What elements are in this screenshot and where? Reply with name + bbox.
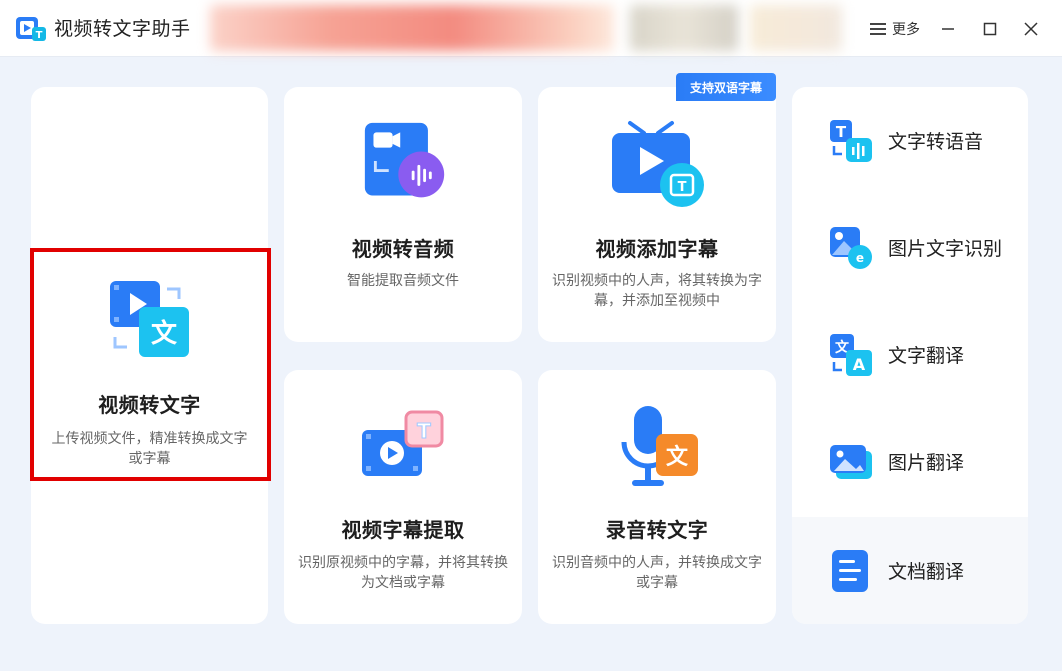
video-to-text-icon: 文 [110,281,189,357]
svg-text:A: A [853,355,866,374]
card-recording-to-text[interactable]: 文 录音转文字 识别音频中的人声，并转换成文字或字幕 [538,370,776,624]
svg-text:e: e [856,251,864,265]
card-description: 识别音频中的人声，并转换成文字或字幕 [552,555,762,591]
card-video-to-audio[interactable]: 视频转音频 智能提取音频文件 [284,87,522,342]
bilingual-subtitle-badge: 支持双语字幕 [676,73,776,101]
app-logo-icon: T [16,17,46,41]
card-title: 视频转文字 [98,393,201,417]
image-translate-icon [830,444,872,479]
card-title: 视频字幕提取 [341,518,465,542]
microphone-text-icon: 文 [621,406,698,486]
card-video-add-subtitles[interactable]: T 视频添加字幕 识别视频中的人声，将其转换为字幕，并添加至视频中 [538,87,776,342]
text-to-speech-icon: T [830,119,872,162]
svg-text:T: T [417,419,431,443]
side-item-image-translate[interactable]: 图片翻译 [792,408,1028,515]
card-title: 视频转音频 [351,237,455,261]
side-item-label: 文字翻译 [888,345,965,367]
card-video-to-text[interactable]: 文 视频转文字 上传视频文件，精准转换成文字或字幕 [31,87,268,624]
card-description: 识别视频中的人声，将其转换为字幕，并添加至视频中 [552,273,762,309]
subtitle-extract-icon: T [362,410,444,476]
minimize-icon [942,28,954,30]
video-to-audio-icon [364,122,445,198]
menu-icon [870,22,886,36]
svg-text:T: T [36,30,43,41]
maximize-icon [983,22,997,36]
ad-banner-secondary[interactable] [630,5,738,51]
app-title: 视频转文字助手 [54,18,191,40]
close-icon [1024,22,1038,36]
svg-text:文: 文 [666,444,689,470]
card-description: 智能提取音频文件 [347,273,459,289]
svg-text:文: 文 [151,318,178,349]
card-title: 录音转文字 [605,518,709,542]
svg-text:T: T [836,123,847,141]
side-tools-panel: T 文字转语音 e 图片文字识别 文 A 文字翻译 图片翻译 文档翻译 [792,87,1028,624]
side-item-label: 图片翻译 [888,452,965,474]
side-item-text-to-speech[interactable]: T 文字转语音 [792,87,1028,194]
side-item-label: 文字转语音 [888,131,984,153]
more-label: 更多 [892,22,920,38]
tv-subtitle-icon: T [612,121,704,207]
image-ocr-icon: e [830,226,872,269]
text-translate-icon: 文 A [830,333,872,376]
side-item-label: 文档翻译 [888,561,965,583]
card-title: 视频添加字幕 [595,237,719,261]
svg-text:T: T [678,180,687,195]
side-item-text-translate[interactable]: 文 A 文字翻译 [792,301,1028,408]
more-button[interactable]: 更多 [870,15,920,43]
title-bar: T 视频转文字助手 更多 [0,0,1062,57]
ad-banner-tertiary[interactable] [750,5,842,51]
close-button[interactable] [1020,15,1042,43]
document-translate-icon [832,549,868,592]
card-subtitle-extract[interactable]: T 视频字幕提取 识别原视频中的字幕，并将其转换为文档或字幕 [284,370,522,624]
side-item-label: 图片文字识别 [888,238,1003,260]
side-item-image-ocr[interactable]: e 图片文字识别 [792,194,1028,301]
card-description: 上传视频文件，精准转换成文字或字幕 [51,431,248,467]
ad-banner[interactable] [210,5,614,51]
maximize-button[interactable] [980,15,1000,43]
side-item-document-translate[interactable]: 文档翻译 [792,517,1028,624]
minimize-button[interactable] [938,15,958,43]
card-description: 识别原视频中的字幕，并将其转换为文档或字幕 [298,555,508,591]
